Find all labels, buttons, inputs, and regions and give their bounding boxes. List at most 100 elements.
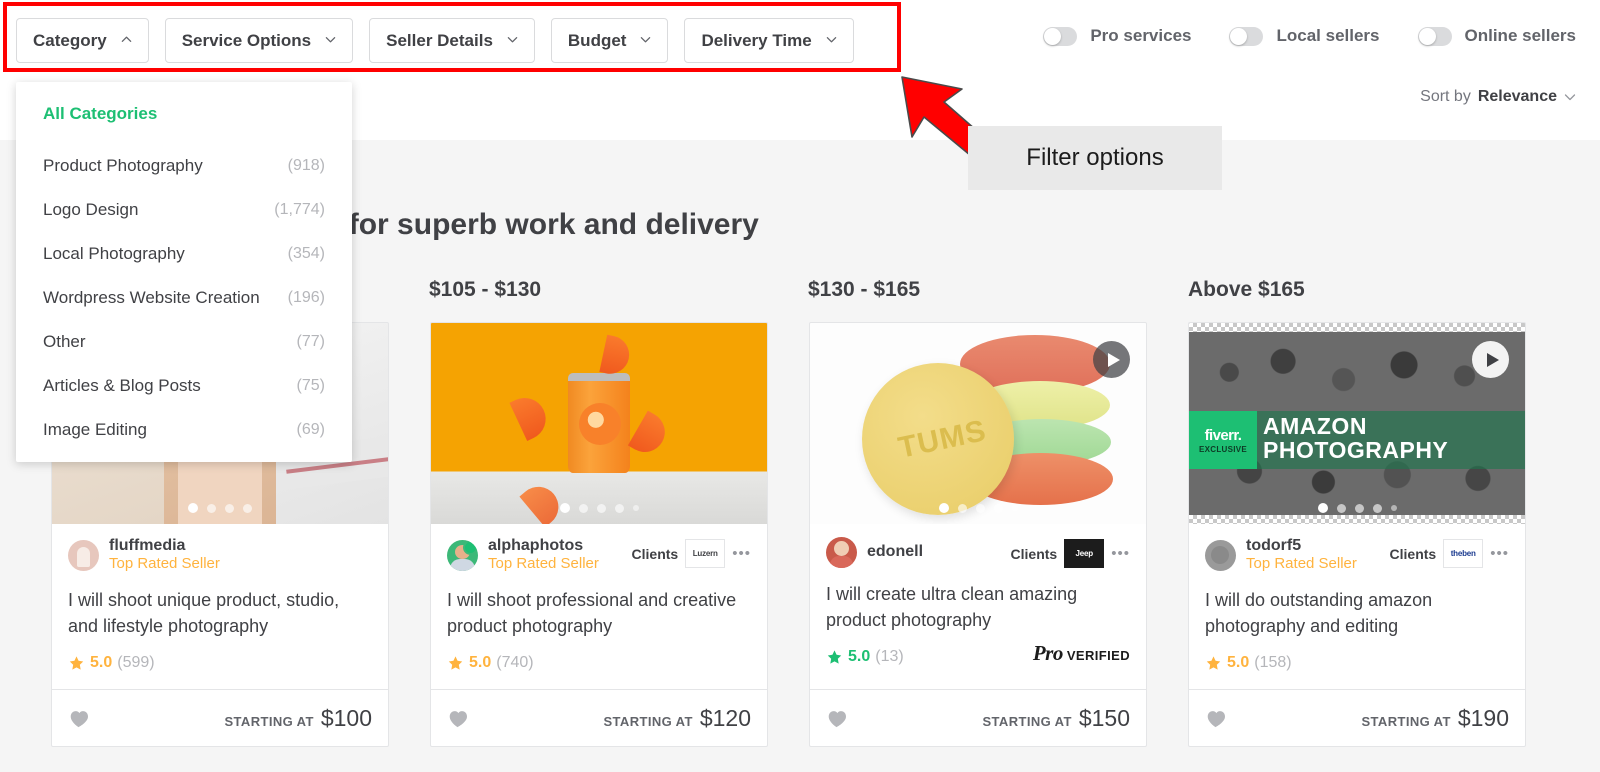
heart-icon[interactable] [447,709,468,728]
filter-pill-seller-details[interactable]: Seller Details [369,18,535,63]
avatar[interactable] [826,537,857,568]
seller-row[interactable]: edonell Clients Jeep ••• [826,537,1130,568]
gig-card[interactable]: alphaphotos Top Rated Seller Clients Luz… [430,322,768,747]
toggle-pro-services[interactable]: Pro services [1043,26,1191,46]
chevron-down-icon [507,34,518,45]
toggle-online-sellers-label: Online sellers [1464,26,1577,45]
carousel-dot[interactable] [632,505,639,511]
avatar[interactable] [1205,540,1236,572]
gig-card[interactable]: fiverr. EXCLUSIVE AMAZON PHOTOGRAPHY tod… [1188,322,1526,747]
star-icon [1206,656,1221,670]
toggle-online-sellers[interactable]: Online sellers [1417,26,1577,46]
rating-count: (158) [1254,654,1292,672]
dropdown-item-label: Wordpress Website Creation [43,288,260,307]
dropdown-item-label: Articles & Blog Posts [43,376,201,395]
carousel-dot[interactable] [993,503,1003,513]
carousel-dots[interactable] [52,503,388,513]
carousel-dots[interactable] [810,503,1146,513]
gig-title[interactable]: I will shoot unique product, studio, and… [68,588,372,639]
clients-block[interactable]: Clients Jeep ••• [1011,539,1130,568]
gig-thumbnail[interactable]: TUMS [810,323,1146,524]
dropdown-item-label: Product Photography [43,156,203,175]
dropdown-item-label: Local Photography [43,244,185,263]
gig-price: $150 [1078,704,1130,731]
gig-card-footer: STARTING AT $120 [431,689,767,746]
carousel-dot[interactable] [207,503,216,513]
carousel-dot[interactable] [1390,505,1397,511]
dropdown-item-count: (77) [296,333,325,350]
heart-icon[interactable] [826,709,847,728]
carousel-dot[interactable] [225,503,234,513]
seller-row[interactable]: alphaphotos Top Rated Seller Clients Luz… [447,537,751,574]
avatar[interactable] [68,540,99,572]
chevron-down-icon [640,34,651,45]
overflow-menu-icon[interactable]: ••• [1490,546,1509,561]
dropdown-item-all-categories[interactable]: All Categories [16,104,352,124]
play-button[interactable] [1093,341,1130,378]
gig-thumbnail[interactable]: fiverr. EXCLUSIVE AMAZON PHOTOGRAPHY [1189,323,1525,524]
checker-strip-top [1189,323,1525,332]
gig-card-body: edonell Clients Jeep ••• I will create u… [810,524,1146,666]
filter-pill-budget-label: Budget [567,30,627,50]
dropdown-item-count: (196) [287,289,325,306]
carousel-dot-active[interactable] [938,503,949,513]
carousel-dot-active[interactable] [559,503,570,513]
clients-label: Clients [1010,545,1058,562]
dropdown-item-product-photography[interactable]: Product Photography (918) [16,144,352,188]
toggle-track [1043,26,1078,46]
avatar[interactable] [447,540,478,572]
dropdown-item-local-photography[interactable]: Local Photography (354) [16,232,352,276]
carousel-dot[interactable] [1336,503,1346,513]
gig-title[interactable]: I will do outstanding amazon photography… [1205,588,1509,639]
gig-title[interactable]: I will create ultra clean amazing produc… [826,582,1130,633]
filter-pill-group: Category Service Options Seller Details … [16,18,854,63]
dropdown-item-other[interactable]: Other (77) [16,320,352,364]
soda-can [568,373,630,473]
carousel-dots[interactable] [431,503,767,513]
heart-icon[interactable] [1205,709,1226,728]
rating-value: 5.0 [469,654,492,672]
carousel-dot-active[interactable] [188,503,198,513]
carousel-dot[interactable] [957,503,967,513]
dropdown-item-logo-design[interactable]: Logo Design (1,774) [16,188,352,232]
carousel-dot[interactable] [1011,505,1018,511]
rating-value: 5.0 [848,648,871,666]
clients-block[interactable]: Clients theben ••• [1390,539,1509,568]
gig-title[interactable]: I will shoot professional and creative p… [447,588,751,639]
carousel-dots[interactable] [1189,503,1525,513]
filter-pill-delivery-time[interactable]: Delivery Time [684,18,854,63]
carousel-dot[interactable] [596,503,606,513]
overflow-menu-icon[interactable]: ••• [1111,546,1130,561]
carousel-dot-active[interactable] [1317,503,1328,513]
carousel-dot[interactable] [975,503,985,513]
dropdown-item-wordpress-website-creation[interactable]: Wordpress Website Creation (196) [16,276,352,320]
rating-row: 5.0 (599) [68,654,372,672]
rating-row: 5.0 (158) [1205,654,1509,672]
toggle-local-sellers[interactable]: Local sellers [1229,26,1380,46]
rating-count: (599) [117,654,155,672]
carousel-dot[interactable] [614,503,624,513]
filter-pill-category[interactable]: Category [16,18,149,63]
overflow-menu-icon[interactable]: ••• [732,546,751,561]
carousel-dot[interactable] [1372,503,1382,513]
carousel-dot[interactable] [243,503,252,513]
gig-card[interactable]: TUMS edonell Clients Jeep ••• I will cre… [809,322,1147,747]
filter-pill-budget[interactable]: Budget [550,18,669,63]
filter-bar: Category Service Options Seller Details … [0,0,1600,82]
client-logo: theben [1443,539,1484,568]
play-button[interactable] [1472,341,1509,378]
dropdown-item-image-editing[interactable]: Image Editing (69) [16,408,352,452]
dropdown-item-articles-blog-posts[interactable]: Articles & Blog Posts (75) [16,364,352,408]
seller-level: Top Rated Seller [1246,555,1357,573]
filter-pill-service-options[interactable]: Service Options [164,18,354,63]
seller-row[interactable]: fluffmedia Top Rated Seller [68,537,372,574]
heart-icon[interactable] [68,709,89,728]
clients-block[interactable]: Clients Luzern ••• [632,539,751,568]
carousel-dot[interactable] [578,503,588,513]
seller-row[interactable]: todorf5 Top Rated Seller Clients theben … [1205,537,1509,574]
gig-card-footer: STARTING AT $190 [1189,689,1525,746]
filter-pill-service-options-label: Service Options [181,30,312,50]
sort-by-control[interactable]: Sort by Relevance [1420,88,1576,106]
gig-thumbnail[interactable] [431,323,767,524]
carousel-dot[interactable] [1354,503,1364,513]
